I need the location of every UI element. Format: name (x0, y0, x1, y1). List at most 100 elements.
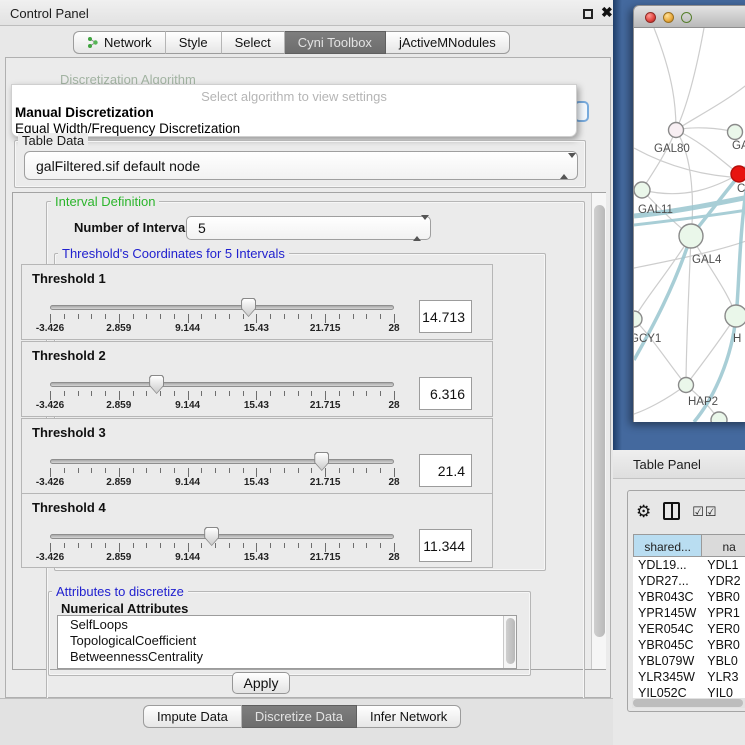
slider-tick (78, 314, 79, 319)
slider-tick (229, 391, 230, 396)
threshold-value-field[interactable]: 21.4 (419, 454, 472, 487)
tab-discretize-data[interactable]: Discretize Data (242, 705, 357, 728)
slider-tick (353, 543, 354, 548)
slider-tick (256, 468, 257, 477)
slider-tick-label: -3.426 (23, 477, 77, 488)
attribute-list-item[interactable]: BetweennessCentrality (58, 648, 516, 664)
slider-track[interactable] (50, 382, 394, 387)
table-row[interactable]: YBL079WYBL0 (633, 653, 745, 669)
table-row[interactable]: YDL19...YDL1 (633, 557, 745, 573)
slider-tick (270, 468, 271, 473)
attributes-group-title: Attributes to discretize (52, 584, 188, 599)
network-node[interactable] (634, 182, 650, 198)
tab-infer-network[interactable]: Infer Network (357, 705, 461, 728)
network-node[interactable] (731, 166, 745, 182)
table-column-header-0[interactable]: shared... (633, 534, 702, 557)
window-zoom-light[interactable] (681, 12, 692, 23)
slider-tick (133, 468, 134, 473)
slider-track[interactable] (50, 459, 394, 464)
slider-tick (201, 314, 202, 319)
tab-cyni-toolbox[interactable]: Cyni Toolbox (285, 31, 386, 54)
slider-tick (64, 314, 65, 319)
table-row[interactable]: YBR043CYBR0 (633, 589, 745, 605)
slider-tick (229, 468, 230, 473)
table-row[interactable]: YDR27...YDR2 (633, 573, 745, 589)
apply-button[interactable]: Apply (232, 672, 290, 694)
slider-track[interactable] (50, 305, 394, 310)
network-node[interactable] (679, 224, 703, 248)
gear-icon[interactable]: ⚙ (636, 503, 651, 520)
network-node-label: GAL4 (692, 254, 722, 266)
slider-tick (325, 468, 326, 477)
threshold-label: Threshold 3 (32, 425, 106, 440)
slider-tick (394, 314, 395, 323)
tab-impute-data[interactable]: Impute Data (143, 705, 242, 728)
slider-tick (64, 391, 65, 396)
slider-thumb[interactable] (149, 375, 164, 394)
algorithm-placeholder-option[interactable]: Select algorithm to view settings (12, 89, 576, 104)
slider-tick (133, 391, 134, 396)
slider-tick-label: 21.715 (298, 552, 352, 563)
slider-tick (215, 543, 216, 548)
attributes-list-scrollbar[interactable] (503, 616, 516, 668)
slider-thumb[interactable] (204, 527, 219, 546)
tab-jactivemnodules[interactable]: jActiveMNodules (386, 31, 510, 54)
slider-tick (188, 468, 189, 477)
table-data-combo[interactable]: galFiltered.sif default node (24, 151, 578, 180)
slider-tick (243, 468, 244, 473)
threshold-value-field[interactable]: 11.344 (419, 529, 472, 562)
network-node[interactable] (711, 412, 727, 422)
attribute-list-item[interactable]: TopologicalCoefficient (58, 632, 516, 648)
slider-tick-label: 28 (367, 323, 421, 334)
tab-label: Style (179, 35, 208, 50)
slider-tick (311, 543, 312, 548)
slider-tick (160, 314, 161, 319)
split-columns-icon[interactable] (663, 502, 680, 520)
table-row[interactable]: YBR045CYBR0 (633, 637, 745, 653)
slider-tick-label: -3.426 (23, 552, 77, 563)
network-node[interactable] (679, 378, 694, 393)
slider-tick (339, 543, 340, 548)
slider-tick (366, 314, 367, 319)
table-horizontal-scrollbar[interactable] (632, 698, 745, 708)
slider-track[interactable] (50, 534, 394, 539)
tab-style[interactable]: Style (166, 31, 222, 54)
slider-tick (78, 468, 79, 473)
slider-tick (160, 543, 161, 548)
select-none-checkbox-icon[interactable]: ☑ (705, 505, 717, 518)
slider-tick (78, 543, 79, 548)
tab-network[interactable]: Network (73, 31, 166, 54)
table-data-combo-value: galFiltered.sif default node (36, 158, 200, 174)
table-row[interactable]: YPR145WYPR1 (633, 605, 745, 621)
select-all-checkbox-icon[interactable]: ☑ (692, 505, 704, 518)
float-window-icon[interactable] (583, 9, 593, 19)
tab-label: Select (235, 35, 271, 50)
slider-tick (394, 543, 395, 552)
slider-tick (188, 314, 189, 323)
threshold-value-field[interactable]: 14.713 (419, 300, 472, 333)
tab-select[interactable]: Select (222, 31, 285, 54)
table-cell: YBR0 (702, 637, 745, 653)
network-node[interactable] (634, 311, 642, 327)
network-node[interactable] (728, 125, 743, 140)
table-cell: YBR0 (702, 589, 745, 605)
network-window-titlebar[interactable] (633, 5, 745, 28)
close-icon[interactable]: ✖ (601, 4, 613, 21)
numerical-attributes-list[interactable]: SelfLoopsTopologicalCoefficientBetweenne… (57, 615, 517, 669)
network-node[interactable] (669, 123, 684, 138)
window-close-light[interactable] (645, 12, 656, 23)
window-minimize-light[interactable] (663, 12, 674, 23)
table-column-header-1[interactable]: na (702, 534, 745, 557)
attribute-list-item[interactable]: SelfLoops (58, 616, 516, 632)
network-node[interactable] (725, 305, 745, 327)
slider-tick (160, 391, 161, 396)
table-row[interactable]: YLR345WYLR3 (633, 669, 745, 685)
number-of-intervals-spinner[interactable]: 5 (186, 216, 431, 240)
slider-thumb[interactable] (314, 452, 329, 471)
table-row[interactable]: YER054CYER0 (633, 621, 745, 637)
network-canvas[interactable]: GAL80GACGAL11GAL4GCY1HHAP2 (633, 28, 745, 422)
table-panel-container: ⚙ ☑ ☑ shared...naYDL19...YDL1YDR27...YDR… (627, 490, 745, 712)
algorithm-option-manual[interactable]: Manual Discretization (15, 105, 154, 120)
threshold-value-field[interactable]: 6.316 (419, 377, 472, 410)
settings-vertical-scrollbar[interactable] (591, 193, 606, 669)
